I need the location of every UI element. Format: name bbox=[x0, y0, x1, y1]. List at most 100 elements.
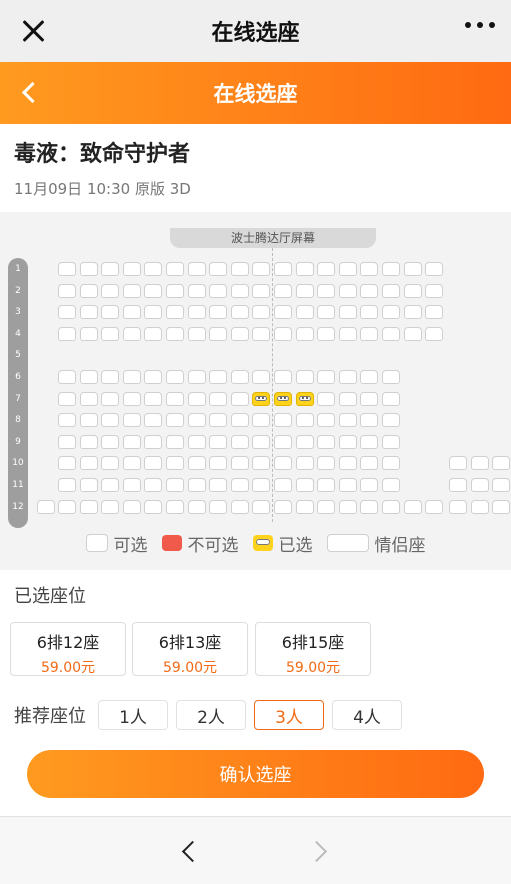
seat-available[interactable] bbox=[187, 413, 206, 428]
seat-available[interactable] bbox=[230, 434, 249, 449]
seat-available[interactable] bbox=[252, 370, 271, 384]
seat-available[interactable] bbox=[382, 305, 400, 320]
seat-available[interactable] bbox=[144, 326, 163, 341]
seat-available[interactable] bbox=[230, 499, 249, 514]
seat-available[interactable] bbox=[403, 262, 422, 276]
seat-available[interactable] bbox=[274, 262, 292, 276]
seat-available[interactable] bbox=[360, 413, 379, 428]
seat-available[interactable] bbox=[492, 499, 511, 514]
seat-available[interactable] bbox=[382, 434, 400, 449]
selected-ticket[interactable]: 6排13座 59.00元 bbox=[132, 622, 248, 676]
seat-available[interactable] bbox=[79, 413, 98, 428]
seat-available[interactable] bbox=[230, 283, 249, 298]
seat-available[interactable] bbox=[122, 478, 141, 492]
seat-available[interactable] bbox=[187, 391, 206, 406]
seat-available[interactable] bbox=[274, 434, 292, 449]
seat-available[interactable] bbox=[122, 305, 141, 320]
seat-available[interactable] bbox=[144, 305, 163, 320]
seat-available[interactable] bbox=[58, 283, 76, 298]
seat-available[interactable] bbox=[403, 283, 422, 298]
seat-available[interactable] bbox=[274, 413, 292, 428]
seat-available[interactable] bbox=[58, 370, 76, 384]
seat-available[interactable] bbox=[295, 326, 314, 341]
seat-available[interactable] bbox=[317, 262, 336, 276]
seat-available[interactable] bbox=[166, 434, 184, 449]
seat-available[interactable] bbox=[295, 434, 314, 449]
seat-available[interactable] bbox=[252, 434, 271, 449]
seat-available[interactable] bbox=[122, 326, 141, 341]
seat-available[interactable] bbox=[470, 499, 489, 514]
seat-available[interactable] bbox=[209, 456, 228, 471]
seat-available[interactable] bbox=[166, 326, 184, 341]
seat-available[interactable] bbox=[425, 499, 444, 514]
seat-available[interactable] bbox=[360, 326, 379, 341]
seat-available[interactable] bbox=[58, 456, 76, 471]
seat-available[interactable] bbox=[166, 391, 184, 406]
seat-available[interactable] bbox=[338, 326, 357, 341]
recommend-2-button[interactable]: 2人 bbox=[176, 700, 246, 730]
seat-available[interactable] bbox=[338, 283, 357, 298]
seat-available[interactable] bbox=[382, 262, 400, 276]
seat-available[interactable] bbox=[58, 262, 76, 276]
selected-ticket[interactable]: 6排15座 59.00元 bbox=[255, 622, 371, 676]
seat-available[interactable] bbox=[382, 391, 400, 406]
seat-available[interactable] bbox=[79, 391, 98, 406]
confirm-seat-button[interactable]: 确认选座 bbox=[27, 750, 484, 798]
seat-available[interactable] bbox=[144, 413, 163, 428]
seat-available[interactable] bbox=[382, 370, 400, 384]
seat-available[interactable] bbox=[317, 434, 336, 449]
seat-available[interactable] bbox=[187, 478, 206, 492]
seat-available[interactable] bbox=[166, 370, 184, 384]
seat-available[interactable] bbox=[338, 499, 357, 514]
seat-selected[interactable] bbox=[274, 391, 292, 406]
seat-available[interactable] bbox=[144, 262, 163, 276]
seat-available[interactable] bbox=[338, 391, 357, 406]
seat-available[interactable] bbox=[317, 326, 336, 341]
seat-available[interactable] bbox=[470, 478, 489, 492]
seat-available[interactable] bbox=[79, 499, 98, 514]
seat-available[interactable] bbox=[382, 478, 400, 492]
more-icon[interactable] bbox=[465, 22, 495, 28]
seat-available[interactable] bbox=[144, 478, 163, 492]
back-icon[interactable] bbox=[18, 82, 38, 102]
seat-available[interactable] bbox=[209, 391, 228, 406]
seat-available[interactable] bbox=[382, 456, 400, 471]
seat-available[interactable] bbox=[230, 262, 249, 276]
seat-available[interactable] bbox=[122, 456, 141, 471]
seat-available[interactable] bbox=[187, 326, 206, 341]
chevron-left-icon[interactable] bbox=[176, 839, 200, 863]
seat-available[interactable] bbox=[252, 413, 271, 428]
seat-available[interactable] bbox=[382, 499, 400, 514]
seat-available[interactable] bbox=[252, 499, 271, 514]
seat-available[interactable] bbox=[230, 456, 249, 471]
seat-available[interactable] bbox=[79, 305, 98, 320]
seat-available[interactable] bbox=[58, 434, 76, 449]
seat-available[interactable] bbox=[122, 391, 141, 406]
seat-available[interactable] bbox=[230, 326, 249, 341]
seat-available[interactable] bbox=[230, 391, 249, 406]
seat-available[interactable] bbox=[79, 283, 98, 298]
seat-available[interactable] bbox=[79, 434, 98, 449]
seat-available[interactable] bbox=[79, 370, 98, 384]
seat-available[interactable] bbox=[382, 413, 400, 428]
seat-available[interactable] bbox=[295, 262, 314, 276]
seat-available[interactable] bbox=[425, 262, 444, 276]
seat-available[interactable] bbox=[449, 499, 467, 514]
seat-available[interactable] bbox=[122, 262, 141, 276]
seat-available[interactable] bbox=[295, 283, 314, 298]
seat-selected[interactable] bbox=[295, 391, 314, 406]
seat-available[interactable] bbox=[122, 370, 141, 384]
seat-available[interactable] bbox=[166, 305, 184, 320]
seat-available[interactable] bbox=[144, 283, 163, 298]
seat-available[interactable] bbox=[79, 262, 98, 276]
seat-available[interactable] bbox=[449, 478, 467, 492]
seat-available[interactable] bbox=[101, 262, 120, 276]
seat-available[interactable] bbox=[101, 434, 120, 449]
seat-available[interactable] bbox=[360, 262, 379, 276]
seat-available[interactable] bbox=[274, 305, 292, 320]
seat-available[interactable] bbox=[295, 370, 314, 384]
seat-available[interactable] bbox=[360, 478, 379, 492]
seat-available[interactable] bbox=[101, 413, 120, 428]
seat-available[interactable] bbox=[295, 478, 314, 492]
seat-available[interactable] bbox=[403, 305, 422, 320]
